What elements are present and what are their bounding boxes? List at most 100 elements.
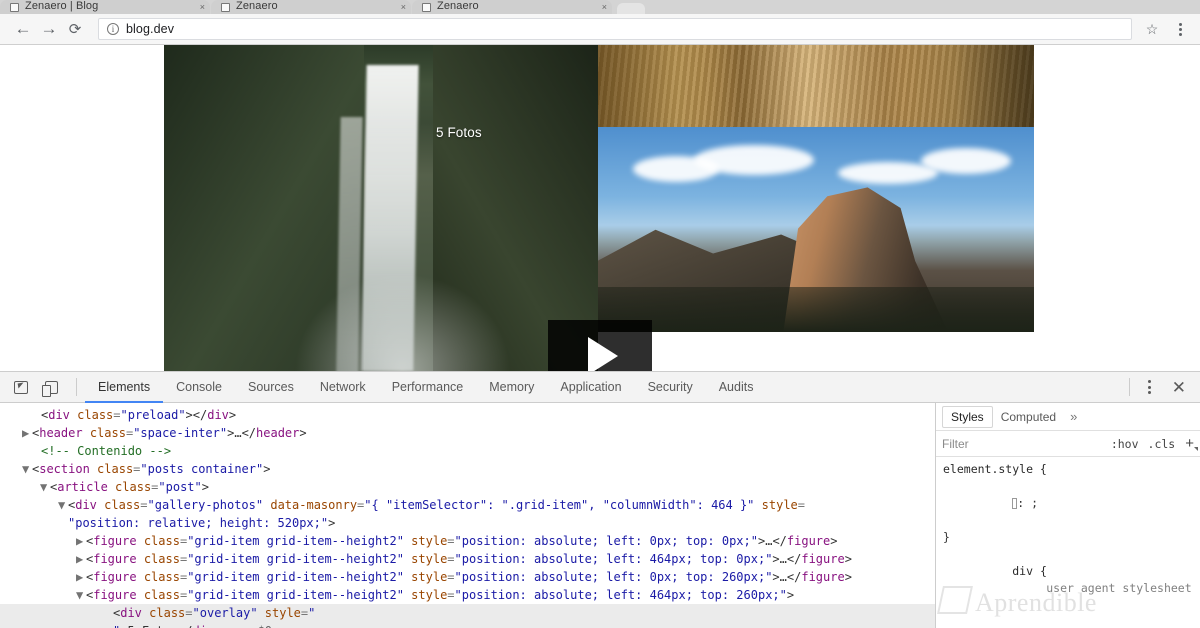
expand-arrow-closed-icon[interactable]: ▶ — [76, 568, 86, 586]
dom-node-line[interactable]: <div class="preload"></div> — [0, 406, 935, 424]
tab-sources[interactable]: Sources — [235, 372, 307, 403]
rule-selector-element-style[interactable]: element.style { — [936, 461, 1200, 478]
tab-network[interactable]: Network — [307, 372, 379, 403]
tab-close-icon[interactable]: × — [200, 2, 205, 12]
browser-tab-3[interactable]: Zenaero × — [412, 0, 612, 14]
viewport-gutter-right — [1034, 45, 1200, 371]
devtools-more-icon[interactable] — [1142, 380, 1158, 394]
styles-pane: Styles Computed » Filter :hov .cls + ele… — [935, 403, 1200, 628]
dom-node-line[interactable]: ▼ <article class="post"> — [0, 478, 935, 496]
dom-node-line[interactable]: ▶ <header class="space-inter">…</header> — [0, 424, 935, 442]
tab-styles[interactable]: Styles — [942, 405, 993, 428]
tab-title: Zenaero | Blog — [25, 0, 99, 12]
expand-arrow-closed-icon[interactable]: ▶ — [76, 532, 86, 550]
tab-performance[interactable]: Performance — [379, 372, 477, 403]
photo-count-overlay: 5 Fotos — [436, 125, 482, 140]
dom-node-markup: <header class="space-inter">…</header> — [32, 426, 307, 440]
watermark-logo-icon — [937, 586, 973, 614]
tab-computed[interactable]: Computed — [993, 407, 1064, 427]
tab-security[interactable]: Security — [635, 372, 706, 403]
page-info-icon[interactable]: i — [107, 23, 119, 35]
dom-node-markup: <div class="preload"></div> — [41, 408, 237, 422]
forward-button[interactable]: → — [36, 16, 62, 42]
devtools-body: <div class="preload"></div> ▶ <header clas… — [0, 403, 1200, 628]
stylesheet-origin: user agent stylesheet — [1046, 581, 1192, 595]
dom-node-line[interactable]: ▼ <figure class="grid-item grid-item--hei… — [0, 586, 935, 604]
styles-filter-input[interactable]: Filter — [942, 437, 1102, 451]
rule-empty-declaration[interactable]: : ; — [936, 478, 1200, 529]
dom-tree-pane[interactable]: <div class="preload"></div> ▶ <header clas… — [0, 403, 935, 628]
rule-selector-div[interactable]: div { user agent stylesheet — [936, 546, 1200, 614]
dom-node-line[interactable]: ▶ <figure class="grid-item grid-item--hei… — [0, 532, 935, 550]
dom-node-markup: <figure class="grid-item grid-item--heig… — [86, 588, 795, 602]
dom-node-markup: <!-- Contenido --> — [41, 444, 172, 458]
styles-filter-bar: Filter :hov .cls + — [936, 431, 1200, 457]
hov-toggle[interactable]: :hov — [1111, 437, 1139, 451]
dom-node-markup: <div class="gallery-photos" data-masonry… — [68, 498, 806, 512]
browser-tab-1[interactable]: Zenaero | Blog × — [0, 0, 210, 14]
dom-node-line[interactable]: ">5 Fotos</div> == $0 — [0, 622, 935, 628]
browser-menu-icon[interactable] — [1170, 22, 1190, 36]
dom-node-markup: <article class="post"> — [50, 480, 209, 494]
dom-node-markup: <div class="overlay" style=" — [113, 606, 316, 620]
tab-favicon-icon — [10, 2, 19, 12]
dom-node-line[interactable]: ▼ <div class="gallery-photos" data-masonr… — [0, 496, 935, 514]
dom-node-line[interactable]: <!-- Contenido --> — [0, 442, 935, 460]
dom-node-line[interactable]: <div class="overlay" style=" — [0, 604, 935, 622]
tab-title: Zenaero — [437, 0, 479, 12]
cls-toggle[interactable]: .cls — [1148, 437, 1176, 451]
browser-chrome: Zenaero | Blog × Zenaero × Zenaero × ← →… — [0, 0, 1200, 45]
expand-arrow-open-icon[interactable]: ▼ — [22, 460, 32, 478]
tab-favicon-icon — [422, 2, 431, 12]
expand-arrow-open-icon[interactable]: ▼ — [76, 586, 86, 604]
styles-rules: element.style { : ; } div { user agent s… — [936, 457, 1200, 628]
dom-node-line[interactable]: "position: relative; height: 520px;"> — [0, 514, 935, 532]
styles-tab-bar: Styles Computed » — [936, 403, 1200, 431]
expand-arrow-closed-icon[interactable]: ▶ — [22, 424, 32, 442]
expand-arrow-closed-icon[interactable]: ▶ — [76, 550, 86, 568]
tab-memory[interactable]: Memory — [476, 372, 547, 403]
tab-close-icon[interactable]: × — [401, 2, 406, 12]
tab-strip: Zenaero | Blog × Zenaero × Zenaero × — [0, 0, 1200, 14]
new-style-rule-button[interactable]: + — [1185, 435, 1198, 452]
dom-node-markup: <figure class="grid-item grid-item--heig… — [86, 534, 838, 548]
dom-node-line[interactable]: ▼ <section class="posts container"> — [0, 460, 935, 478]
grid-item-animal-photo[interactable] — [598, 45, 1034, 127]
dom-tree-lines: <div class="preload"></div> ▶ <header clas… — [0, 406, 935, 628]
tab-close-icon[interactable]: × — [602, 2, 607, 12]
back-button[interactable]: ← — [10, 16, 36, 42]
tab-application[interactable]: Application — [547, 372, 634, 403]
expand-arrow-open-icon[interactable]: ▼ — [40, 478, 50, 496]
grid-item-mountain-photo[interactable] — [598, 127, 1034, 332]
reload-button[interactable]: ⟳ — [62, 16, 88, 42]
tab-audits[interactable]: Audits — [706, 372, 767, 403]
dom-node-line[interactable]: ▶ <figure class="grid-item grid-item--hei… — [0, 568, 935, 586]
bookmark-star-icon[interactable]: ☆ — [1140, 21, 1164, 38]
inspect-element-icon[interactable] — [8, 376, 34, 398]
declaration-display[interactable]: display: block; — [936, 614, 1200, 628]
browser-tab-2[interactable]: Zenaero × — [211, 0, 411, 14]
toolbar-divider — [76, 378, 77, 396]
dom-node-markup: <figure class="grid-item grid-item--heig… — [86, 552, 852, 566]
photo-detail — [294, 273, 512, 371]
photo-detail — [920, 147, 1011, 174]
url-text: blog.dev — [126, 22, 175, 36]
photo-detail — [598, 286, 1034, 332]
dom-node-line[interactable]: ▶ <figure class="grid-item grid-item--hei… — [0, 550, 935, 568]
device-toolbar-icon[interactable] — [38, 376, 64, 398]
viewport-gutter-left — [0, 45, 164, 371]
address-bar[interactable]: i blog.dev — [98, 18, 1132, 40]
grid-item-video[interactable] — [164, 45, 598, 371]
new-tab-button[interactable] — [617, 3, 645, 14]
dom-node-markup: "position: relative; height: 520px;"> — [68, 516, 336, 530]
devtools-close-icon[interactable]: ✕ — [1172, 379, 1186, 396]
devtools-tab-bar: Elements Console Sources Network Perform… — [85, 372, 1129, 403]
dom-node-markup: <section class="posts container"> — [32, 462, 271, 476]
page-viewport: 5 Fotos Categoría 2 — [0, 45, 1200, 371]
styles-more-icon[interactable]: » — [1064, 409, 1077, 424]
dom-node-markup: <figure class="grid-item grid-item--heig… — [86, 570, 852, 584]
tab-console[interactable]: Console — [163, 372, 235, 403]
expand-arrow-open-icon[interactable]: ▼ — [58, 496, 68, 514]
play-button[interactable] — [548, 320, 652, 371]
tab-elements[interactable]: Elements — [85, 372, 164, 403]
